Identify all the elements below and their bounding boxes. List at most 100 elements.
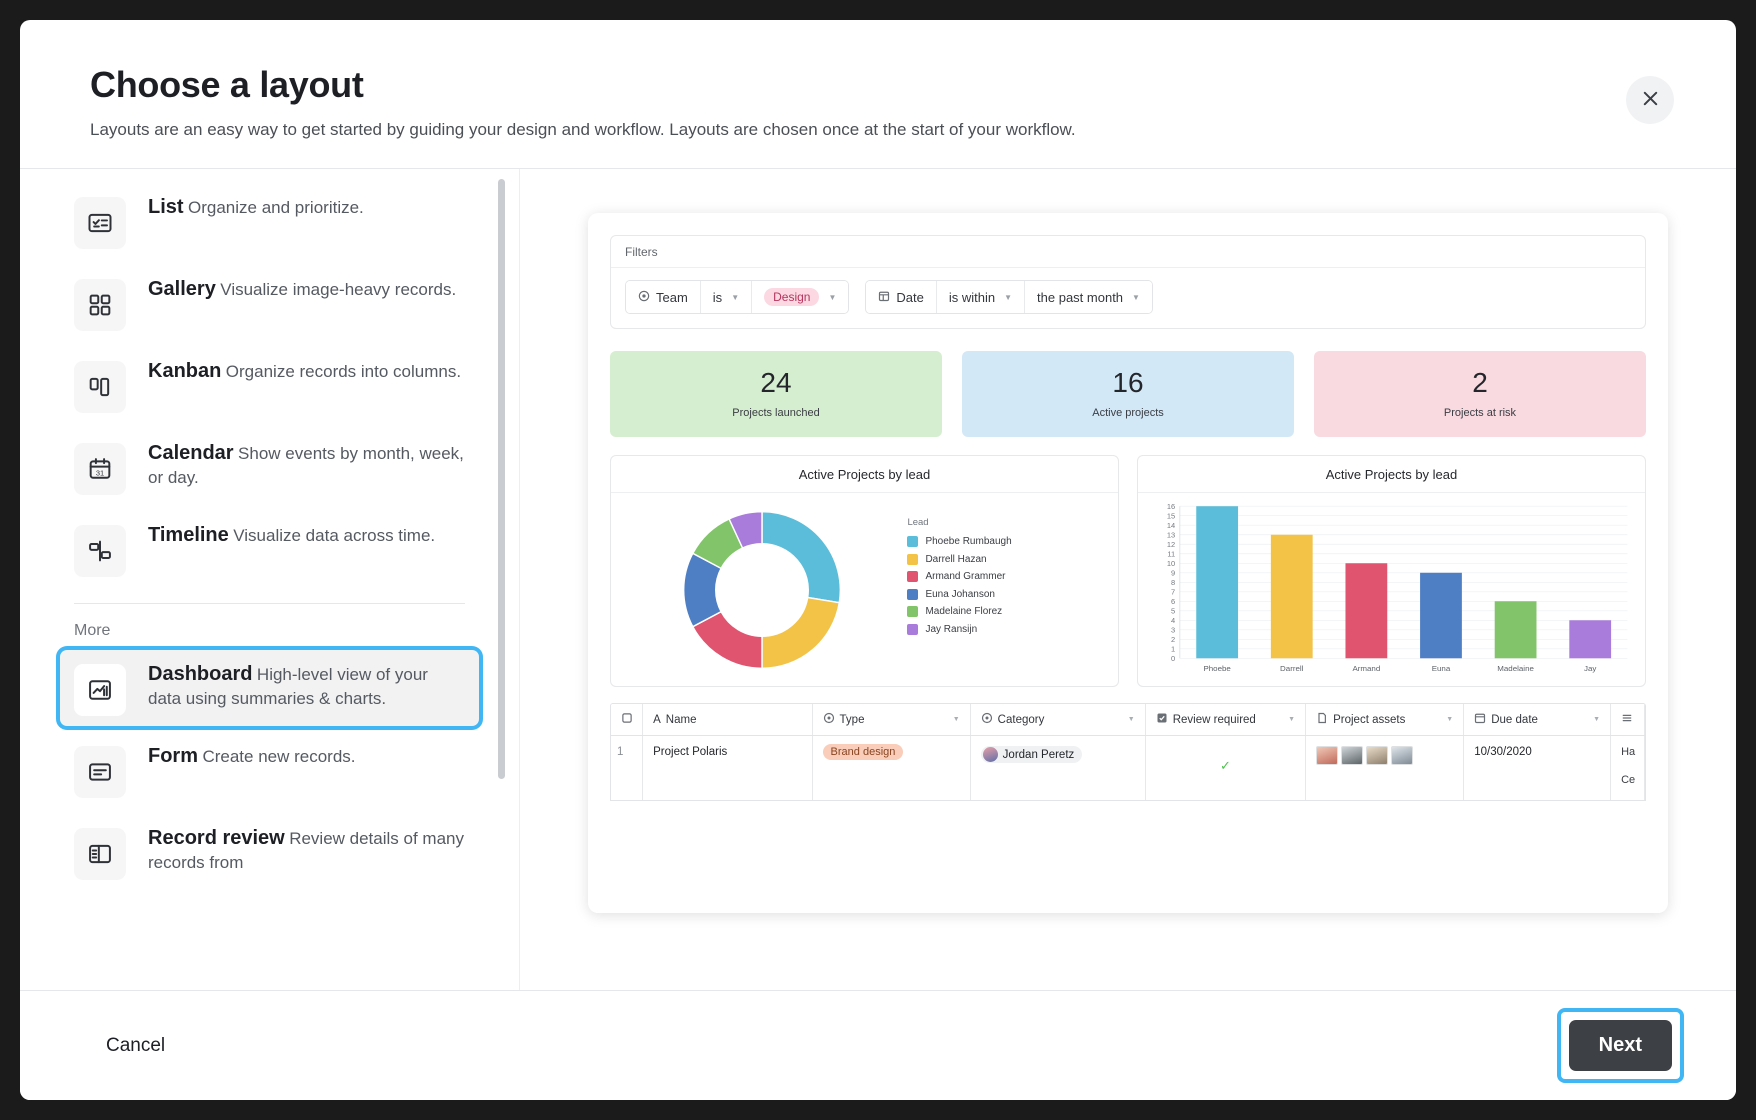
date-icon bbox=[878, 290, 890, 305]
asset-thumbnail bbox=[1391, 746, 1414, 766]
bar bbox=[1270, 535, 1313, 659]
table-header-category[interactable]: Category ▼ bbox=[970, 704, 1146, 737]
column-label: Project assets bbox=[1333, 713, 1406, 726]
sidebar-item-label: Record review bbox=[148, 827, 285, 850]
sidebar-item-label: Form bbox=[148, 745, 198, 768]
sidebar-item-calendar[interactable]: 31 Calendar Show events by month, week, … bbox=[60, 429, 479, 505]
cell-due-date[interactable]: 10/30/2020 bbox=[1463, 735, 1612, 800]
sidebar-item-desc: Organize records into columns. bbox=[225, 362, 462, 382]
table-header-project-assets[interactable]: Project assets ▼ bbox=[1305, 704, 1465, 737]
overflow-line-1: Ha bbox=[1621, 746, 1636, 759]
chevron-down-icon[interactable]: ▼ bbox=[1446, 716, 1453, 723]
chevron-down-icon[interactable]: ▼ bbox=[953, 716, 960, 723]
x-tick-label: Darrell bbox=[1280, 664, 1304, 673]
record-review-icon bbox=[74, 828, 126, 881]
sidebar-item-list[interactable]: List Organize and prioritize. bbox=[60, 183, 479, 259]
x-tick-label: Euna bbox=[1432, 664, 1451, 673]
filter-group-team[interactable]: Team is ▼ Design ▼ bbox=[625, 280, 850, 315]
sidebar-item-record-review[interactable]: Record review Review details of many rec… bbox=[60, 814, 479, 890]
list-check-icon bbox=[74, 197, 126, 250]
filter-field-label: Team bbox=[656, 289, 688, 305]
y-tick-label: 5 bbox=[1171, 607, 1175, 616]
bar-chart-svg: 012345678910111213141516Phoebe Darrell Arm… bbox=[1167, 502, 1628, 673]
chevron-down-icon[interactable]: ▼ bbox=[1593, 716, 1600, 723]
table-header-select[interactable] bbox=[611, 704, 644, 737]
table-header-type[interactable]: Type ▼ bbox=[812, 704, 971, 737]
y-tick-label: 16 bbox=[1167, 502, 1175, 511]
next-button[interactable]: Next bbox=[1568, 1020, 1672, 1071]
sidebar-item-timeline[interactable]: Timeline Visualize data across time. bbox=[60, 511, 479, 587]
column-label: Due date bbox=[1491, 713, 1538, 726]
legend-swatch bbox=[907, 623, 919, 635]
cell-overflow[interactable]: Ha Ce bbox=[1610, 735, 1645, 800]
timeline-icon bbox=[74, 525, 126, 578]
checkbox-icon[interactable] bbox=[621, 713, 633, 727]
menu-icon[interactable] bbox=[1621, 715, 1633, 727]
cell-review-required[interactable]: ✓ bbox=[1145, 735, 1307, 800]
y-tick-label: 11 bbox=[1167, 550, 1175, 559]
bar bbox=[1345, 563, 1388, 659]
grid-icon bbox=[74, 279, 126, 332]
cell-type[interactable]: Brand design bbox=[812, 735, 971, 800]
column-label: Review required bbox=[1172, 713, 1256, 726]
type-tag: Brand design bbox=[822, 744, 904, 761]
dialog-header: Choose a layout Layouts are an easy way … bbox=[20, 20, 1736, 168]
legend-swatch bbox=[907, 553, 919, 565]
check-icon: ✓ bbox=[1219, 758, 1231, 774]
table-header-due-date[interactable]: Due date ▼ bbox=[1463, 704, 1612, 737]
close-button[interactable] bbox=[1626, 76, 1674, 124]
legend-label: Darrell Hazan bbox=[925, 553, 987, 565]
legend-label: Armand Grammer bbox=[925, 571, 1006, 583]
chevron-down-icon: ▼ bbox=[828, 292, 837, 302]
chart-title: Active Projects by lead bbox=[611, 456, 1118, 494]
cancel-button[interactable]: Cancel bbox=[106, 1035, 165, 1057]
legend-swatch bbox=[907, 536, 919, 548]
legend-title: Lead bbox=[907, 517, 929, 529]
chevron-down-icon[interactable]: ▼ bbox=[1288, 716, 1295, 723]
form-icon bbox=[74, 746, 126, 799]
chevron-down-icon[interactable]: ▼ bbox=[1128, 716, 1135, 723]
cell-project-assets[interactable] bbox=[1305, 735, 1465, 800]
filters-panel: Filters Team is ▼ Design ▼ Date is withi… bbox=[610, 235, 1646, 330]
calendar-icon: 31 bbox=[74, 443, 126, 496]
overflow-line-2: Ce bbox=[1621, 774, 1636, 787]
sidebar-item-desc: Visualize data across time. bbox=[233, 526, 436, 546]
sidebar-item-gallery[interactable]: Gallery Visualize image-heavy records. bbox=[60, 265, 479, 341]
filter-field-team[interactable]: Team bbox=[626, 281, 701, 314]
bar bbox=[1196, 506, 1239, 659]
y-tick-label: 1 bbox=[1171, 645, 1175, 654]
x-tick-label: Phoebe bbox=[1203, 664, 1230, 673]
bar bbox=[1494, 601, 1537, 659]
chart-legend: Lead Phoebe Rumbaugh Darrell Hazan Armand … bbox=[903, 499, 1108, 680]
sidebar-item-kanban[interactable]: Kanban Organize records into columns. bbox=[60, 347, 479, 423]
y-tick-label: 7 bbox=[1171, 588, 1175, 597]
table-header-review-required[interactable]: Review required ▼ bbox=[1145, 704, 1307, 737]
chart-title: Active Projects by lead bbox=[1138, 456, 1645, 494]
sidebar-item-dashboard[interactable]: Dashboard High-level view of your data u… bbox=[60, 650, 479, 727]
filter-operator-team[interactable]: is ▼ bbox=[700, 281, 753, 314]
summary-label: Projects launched bbox=[732, 407, 820, 420]
table-header-name[interactable]: A Name bbox=[642, 704, 813, 737]
asset-thumbnail bbox=[1366, 746, 1389, 766]
summary-card-projects-at-risk: 2 Projects at risk bbox=[1314, 351, 1646, 438]
chevron-down-icon: ▼ bbox=[731, 292, 740, 302]
summary-label: Active projects bbox=[1092, 407, 1164, 420]
cell-category[interactable]: Jordan Peretz bbox=[970, 735, 1146, 800]
sidebar-item-form[interactable]: Form Create new records. bbox=[60, 732, 479, 808]
cell-name[interactable]: Project Polaris bbox=[642, 735, 813, 800]
filter-group-date[interactable]: Date is within ▼ the past month ▼ bbox=[865, 280, 1153, 315]
legend-label: Madelaine Florez bbox=[925, 606, 1003, 618]
legend-label: Jay Ransijn bbox=[925, 623, 978, 635]
table-header-overflow[interactable] bbox=[1610, 704, 1645, 737]
table-row[interactable]: 1 Project Polaris Brand design Jordan Pe… bbox=[611, 735, 1645, 800]
sidebar-item-desc: Organize and prioritize. bbox=[188, 198, 364, 218]
chevron-down-icon: ▼ bbox=[1004, 292, 1013, 302]
sidebar-scrollbar-thumb[interactable] bbox=[498, 179, 505, 780]
row-number: 1 bbox=[611, 735, 644, 800]
filter-value-team[interactable]: Design ▼ bbox=[752, 281, 849, 314]
filter-field-date[interactable]: Date bbox=[866, 281, 937, 314]
filter-value-date[interactable]: the past month ▼ bbox=[1025, 281, 1152, 314]
x-tick-label: Madelaine bbox=[1497, 664, 1534, 673]
filter-operator-date[interactable]: is within ▼ bbox=[936, 281, 1026, 314]
table-header-row: A Name Type ▼ Category ▼ Review required ▼ P… bbox=[611, 704, 1645, 737]
